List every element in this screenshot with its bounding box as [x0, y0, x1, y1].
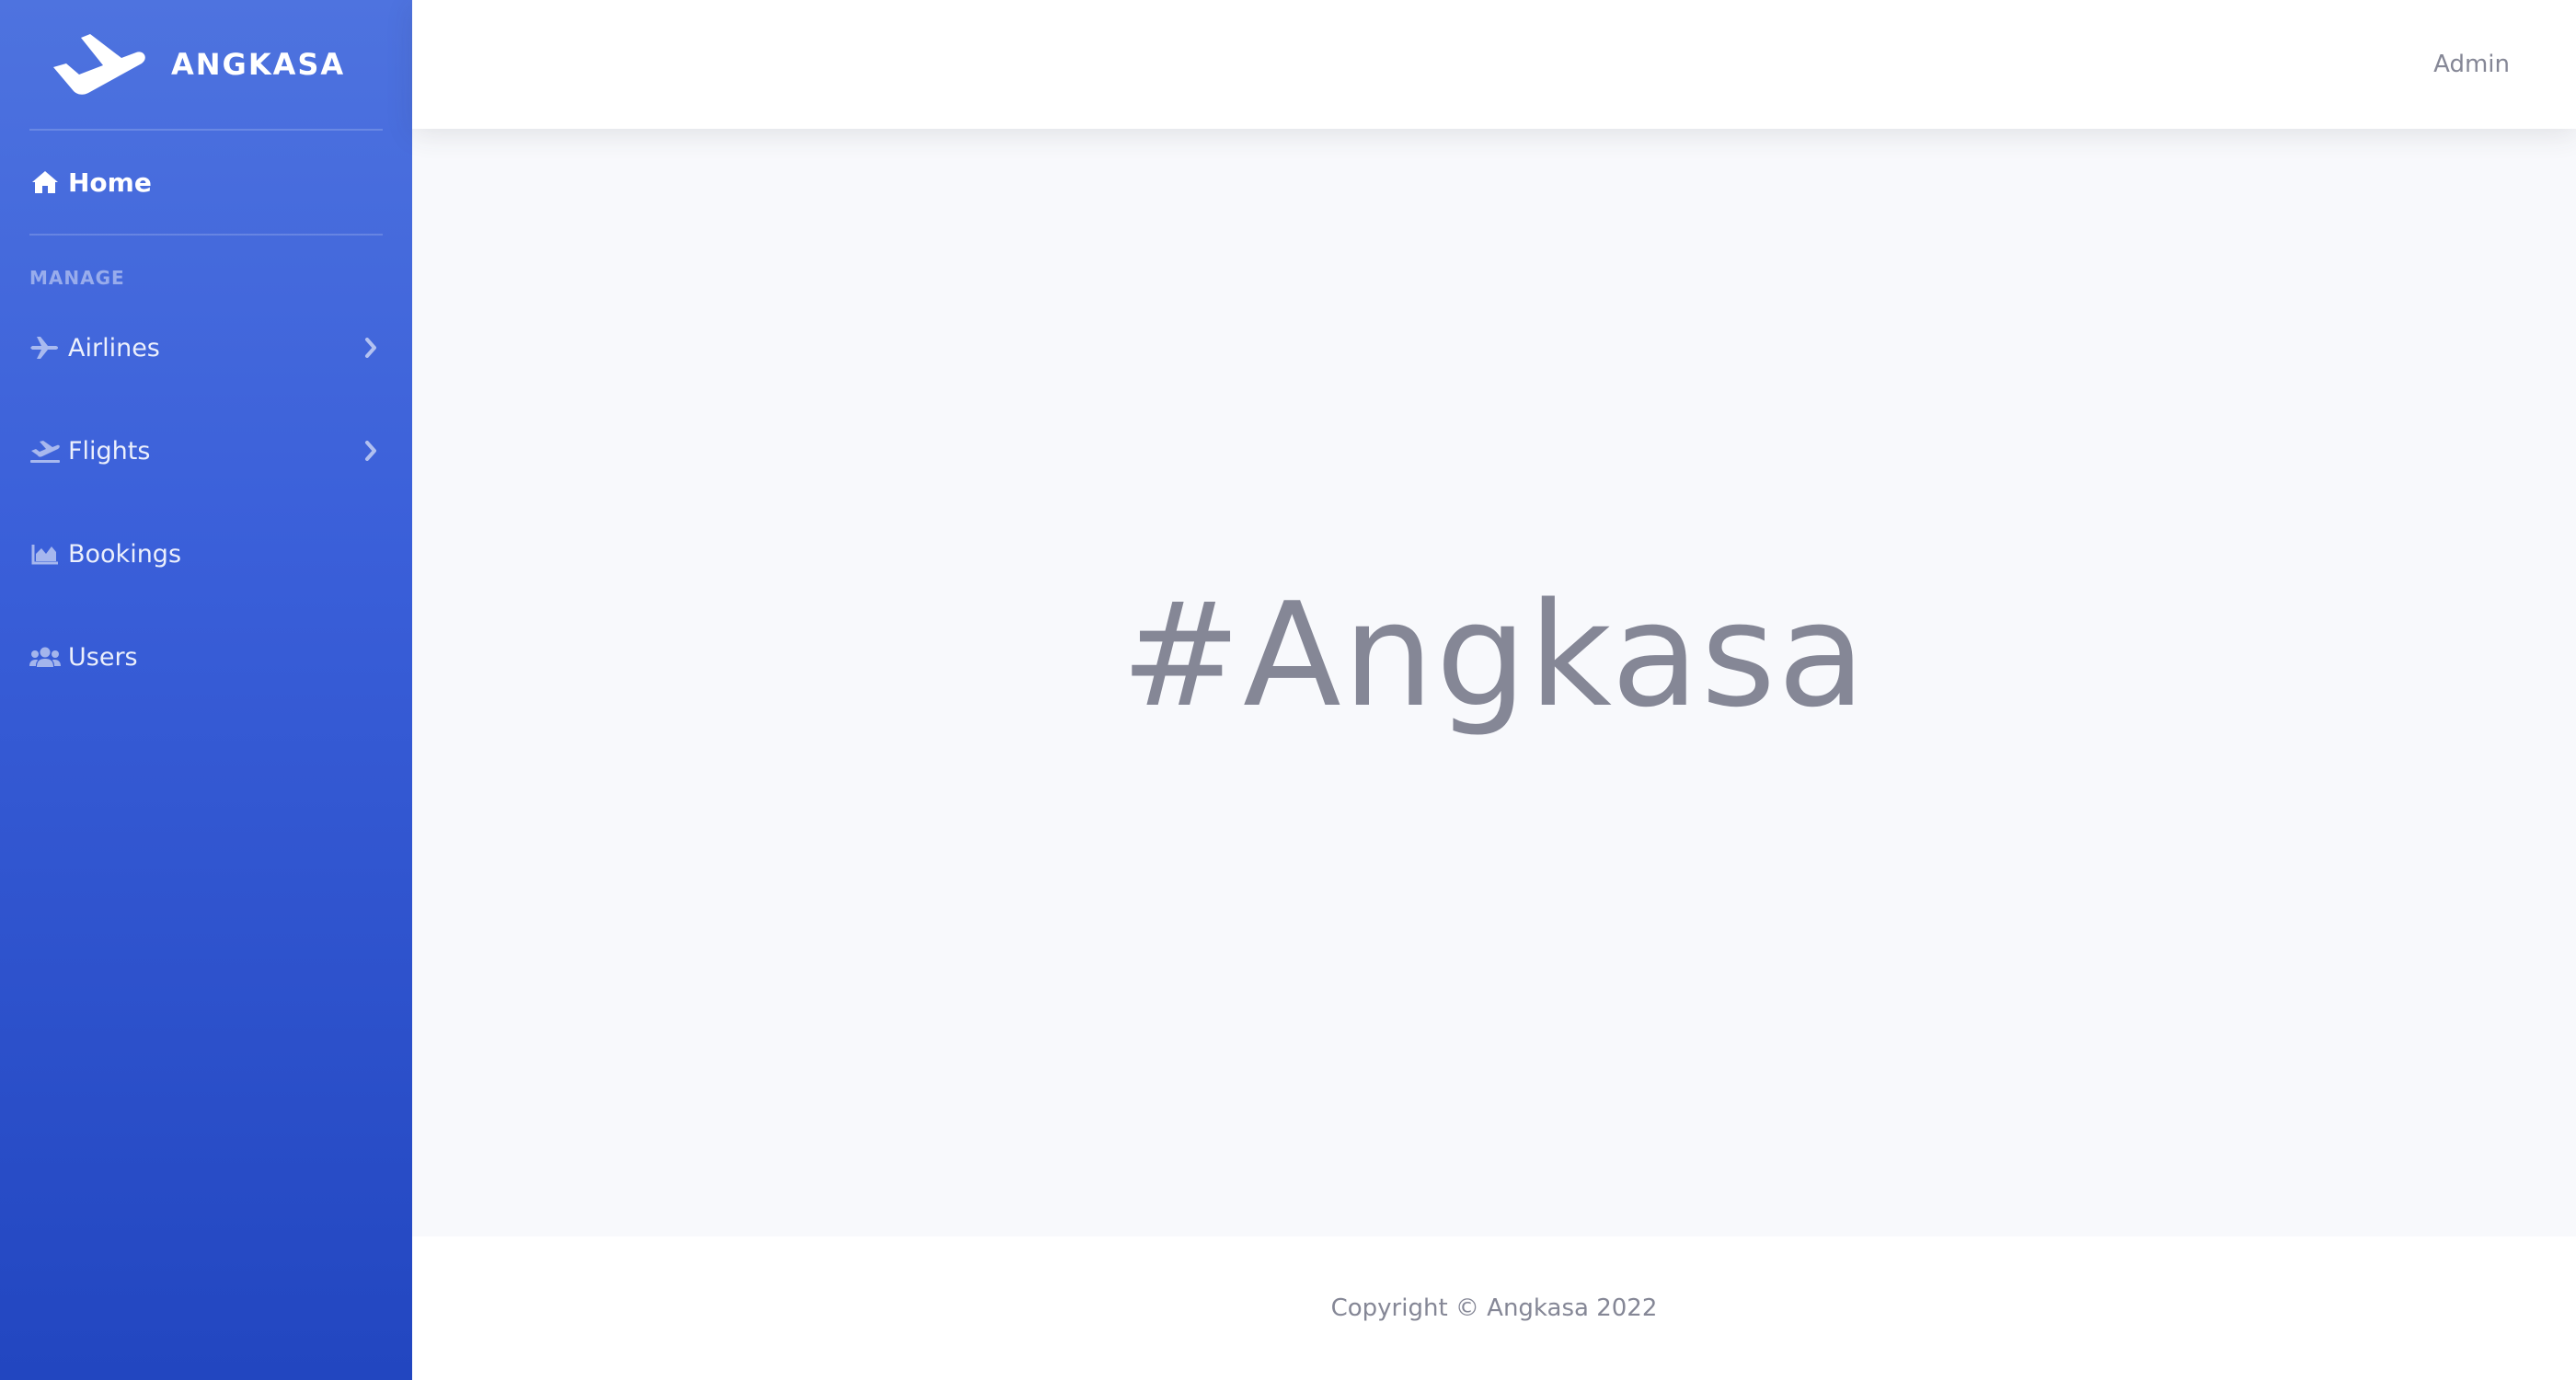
hero-title: #Angkasa — [1121, 571, 1868, 739]
brand-name: ANGKASA — [171, 47, 346, 82]
chart-area-icon — [29, 541, 61, 567]
sidebar-item-label: Home — [68, 167, 152, 198]
sidebar-item-bookings[interactable]: Bookings — [0, 502, 412, 605]
sidebar: ANGKASA Home MANAGE Airlines Flights Boo… — [0, 0, 412, 1380]
plane-departure-icon — [29, 438, 61, 464]
sidebar-item-flights[interactable]: Flights — [0, 399, 412, 502]
app-root: ANGKASA Home MANAGE Airlines Flights Boo… — [0, 0, 2576, 1380]
plane-icon — [29, 335, 61, 361]
sidebar-heading: MANAGE — [29, 267, 125, 289]
copyright-text: Copyright © Angkasa 2022 — [1330, 1294, 1658, 1322]
home-icon — [29, 169, 61, 195]
sidebar-item-airlines[interactable]: Airlines — [0, 296, 412, 399]
users-icon — [29, 644, 61, 670]
page-content: #Angkasa — [412, 129, 2576, 1236]
sidebar-item-label: Airlines — [68, 333, 160, 362]
main-area: Admin #Angkasa Copyright © Angkasa 2022 — [412, 0, 2576, 1380]
sidebar-item-label: Bookings — [68, 539, 182, 569]
sidebar-item-label: Flights — [68, 436, 151, 466]
sidebar-divider — [29, 234, 383, 236]
sidebar-item-users[interactable]: Users — [0, 605, 412, 708]
topbar: Admin — [412, 0, 2576, 129]
user-menu[interactable]: Admin — [2433, 51, 2510, 78]
footer: Copyright © Angkasa 2022 — [412, 1236, 2576, 1380]
chevron-right-icon — [361, 336, 381, 360]
chevron-right-icon — [361, 439, 381, 463]
sidebar-item-home[interactable]: Home — [0, 131, 412, 234]
sidebar-item-label: Users — [68, 642, 138, 672]
plane-departure-icon — [48, 30, 147, 98]
sidebar-brand[interactable]: ANGKASA — [0, 0, 412, 129]
